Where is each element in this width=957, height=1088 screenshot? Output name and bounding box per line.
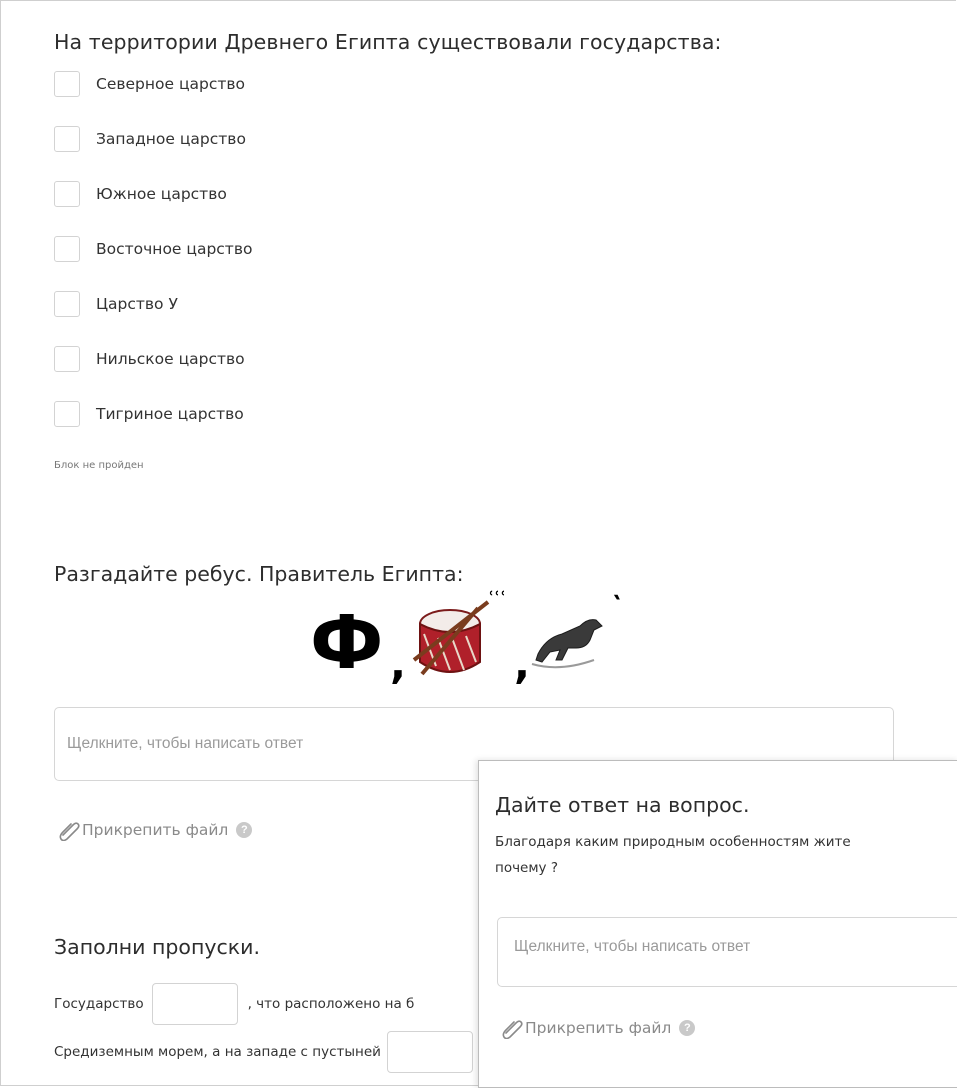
option-label: Южное царство: [96, 185, 227, 203]
rebus-comma-1: ,: [390, 639, 406, 688]
popup-answer-input[interactable]: Щелкните, чтобы написать ответ: [497, 917, 957, 987]
question-popup: Дайте ответ на вопрос. Благодаря каким п…: [478, 760, 957, 1088]
checkbox[interactable]: [54, 346, 80, 372]
paperclip-icon: [502, 1020, 523, 1039]
rebus-comma-2: ,: [514, 639, 530, 688]
question-3-title: Заполни пропуски.: [54, 935, 260, 959]
option-tigris-kingdom[interactable]: Тигриное царство: [54, 400, 244, 428]
question-1-title: На территории Древнего Египта существова…: [54, 30, 722, 54]
rebus-image: Ф , ՙՙՙ , ՝: [310, 590, 620, 688]
help-icon[interactable]: ?: [236, 822, 253, 838]
fill-line-1-prefix: Государство: [54, 996, 144, 1012]
popup-answer-placeholder: Щелкните, чтобы написать ответ: [514, 938, 751, 955]
option-south-kingdom[interactable]: Южное царство: [54, 180, 227, 208]
checkbox[interactable]: [54, 181, 80, 207]
option-kingdom-u[interactable]: Царство У: [54, 290, 178, 318]
rebus-letter: Ф: [310, 600, 383, 686]
gap-input-2[interactable]: [386, 1031, 473, 1073]
popup-title: Дайте ответ на вопрос.: [495, 793, 750, 817]
option-nile-kingdom[interactable]: Нильское царство: [54, 345, 245, 373]
option-label: Тигриное царство: [96, 405, 244, 423]
help-icon[interactable]: ?: [679, 1020, 696, 1036]
checkbox[interactable]: [54, 236, 80, 262]
attach-file-button[interactable]: Прикрепить файл ?: [58, 819, 253, 841]
question-2-title: Разгадайте ребус. Правитель Египта:: [54, 562, 464, 586]
option-east-kingdom[interactable]: Восточное царство: [54, 235, 252, 263]
fill-line-2-prefix: Средиземным морем, а на западе с пустыне…: [54, 1044, 381, 1060]
fill-line-1-suffix: , что расположено на б: [247, 996, 415, 1012]
popup-question-line-1: Благодаря каким природным особенностям ж…: [495, 834, 851, 850]
option-label: Западное царство: [96, 130, 246, 148]
popup-attach-file-label: Прикрепить файл: [525, 1019, 672, 1037]
option-label: Северное царство: [96, 75, 246, 93]
answer-placeholder: Щелкните, чтобы написать ответ: [67, 735, 304, 752]
fill-line-2: Средиземным морем, а на западе с пустыне…: [54, 1031, 483, 1073]
popup-question: Благодаря каким природным особенностям ж…: [495, 829, 957, 881]
checkbox[interactable]: [54, 71, 80, 97]
horse-icon: [531, 619, 603, 669]
drum-icon: [412, 600, 490, 676]
paperclip-icon: [59, 822, 80, 841]
checkbox[interactable]: [54, 401, 80, 427]
popup-attach-file-button[interactable]: Прикрепить файл ?: [501, 1017, 696, 1039]
option-label: Восточное царство: [96, 240, 253, 258]
gap-input-1[interactable]: [151, 983, 238, 1025]
popup-question-line-2: почему ?: [495, 860, 558, 876]
block-status: Блок не пройден: [54, 460, 144, 471]
rebus-mark-2: ՝: [613, 593, 620, 617]
checkbox[interactable]: [54, 126, 80, 152]
attach-file-label: Прикрепить файл: [82, 821, 229, 839]
checkbox[interactable]: [54, 291, 80, 317]
option-label: Царство У: [96, 295, 178, 313]
fill-line-1: Государство , что расположено на б: [54, 983, 414, 1025]
option-label: Нильское царство: [96, 350, 245, 368]
option-west-kingdom[interactable]: Западное царство: [54, 125, 246, 153]
rebus-marks-1: ՙՙՙ: [488, 590, 506, 609]
option-north-kingdom[interactable]: Северное царство: [54, 70, 245, 98]
